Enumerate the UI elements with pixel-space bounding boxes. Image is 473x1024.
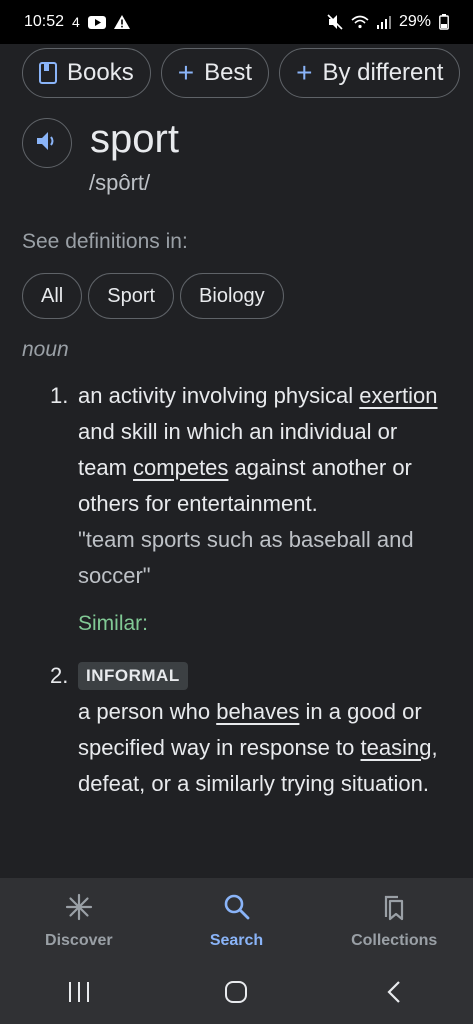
nav-discover-label: Discover (45, 931, 113, 949)
bottom-nav: Discover Search Collections (0, 878, 473, 964)
filter-sport[interactable]: Sport (88, 273, 175, 319)
definition-text-part: an activity involving physical (78, 383, 360, 408)
definitions-list: 1. an activity involving physical exerti… (0, 378, 473, 802)
speaker-icon (36, 131, 58, 156)
definition-number: 1. (50, 383, 69, 408)
status-time: 10:52 (24, 13, 65, 30)
definition-example: "team sports such as baseball and soccer… (78, 527, 414, 588)
dictionary-page: 10:52 4 29% Books + Best + By different … (0, 0, 473, 1024)
register-tag: INFORMAL (78, 662, 188, 690)
search-icon (223, 893, 251, 926)
definition-item: 1. an activity involving physical exerti… (0, 378, 473, 640)
definition-text: a person who behaves in a good or specif… (78, 694, 449, 802)
see-definitions-label: See definitions in: (22, 230, 188, 253)
warning-icon (113, 15, 130, 29)
chip-best[interactable]: + Best (160, 48, 270, 98)
chips-row: Books + Best + By different (0, 44, 473, 102)
mute-icon (327, 14, 343, 30)
system-nav-bar (0, 964, 473, 1024)
collections-icon (380, 893, 408, 926)
nav-discover[interactable]: Discover (0, 878, 158, 964)
nav-search[interactable]: Search (158, 878, 316, 964)
definition-text: an activity involving physical exertion … (78, 378, 449, 522)
part-of-speech: noun (22, 338, 69, 361)
wifi-icon (351, 15, 369, 29)
book-icon (39, 62, 57, 84)
home-button[interactable] (206, 969, 266, 1019)
nav-search-label: Search (209, 931, 264, 949)
plus-icon: + (177, 57, 195, 88)
link-exertion[interactable]: exertion (359, 383, 437, 408)
chip-by-different-label: By different (322, 59, 444, 86)
battery-percent: 29% (398, 13, 431, 30)
asterisk-icon (65, 893, 93, 926)
home-icon (224, 980, 248, 1009)
link-behaves[interactable]: behaves (216, 699, 299, 724)
word-header: sport (22, 115, 179, 168)
nav-collections-label: Collections (351, 931, 438, 949)
status-bar: 10:52 4 29% (0, 0, 473, 44)
link-teasing[interactable]: teasing (361, 735, 432, 760)
chip-best-label: Best (204, 59, 253, 86)
filter-all[interactable]: All (22, 273, 83, 319)
nav-collections[interactable]: Collections (315, 878, 473, 964)
chip-books[interactable]: Books (22, 48, 151, 98)
definition-item: 2. INFORMAL a person who behaves in a go… (0, 658, 473, 802)
recents-button[interactable] (49, 969, 109, 1019)
link-competes[interactable]: competes (133, 455, 228, 480)
chip-books-label: Books (67, 59, 134, 86)
back-button[interactable] (364, 969, 424, 1019)
headword: sport (90, 117, 179, 161)
chip-by-different[interactable]: + By different (279, 48, 461, 98)
definition-filters: All Sport Biology (22, 273, 284, 319)
definition-text-part: a person who (78, 699, 217, 724)
pronunciation-button[interactable] (22, 118, 72, 168)
battery-icon (439, 14, 449, 30)
back-icon (386, 980, 402, 1009)
definition-number: 2. (50, 663, 69, 688)
plus-icon: + (296, 57, 313, 88)
filter-biology[interactable]: Biology (180, 273, 284, 319)
similar-label[interactable]: Similar: (78, 608, 449, 640)
notification-count: 4 (72, 14, 80, 30)
youtube-icon (87, 15, 106, 29)
signal-icon (376, 15, 391, 29)
recents-icon (67, 981, 91, 1008)
phonetic: /spôrt/ (89, 170, 151, 195)
